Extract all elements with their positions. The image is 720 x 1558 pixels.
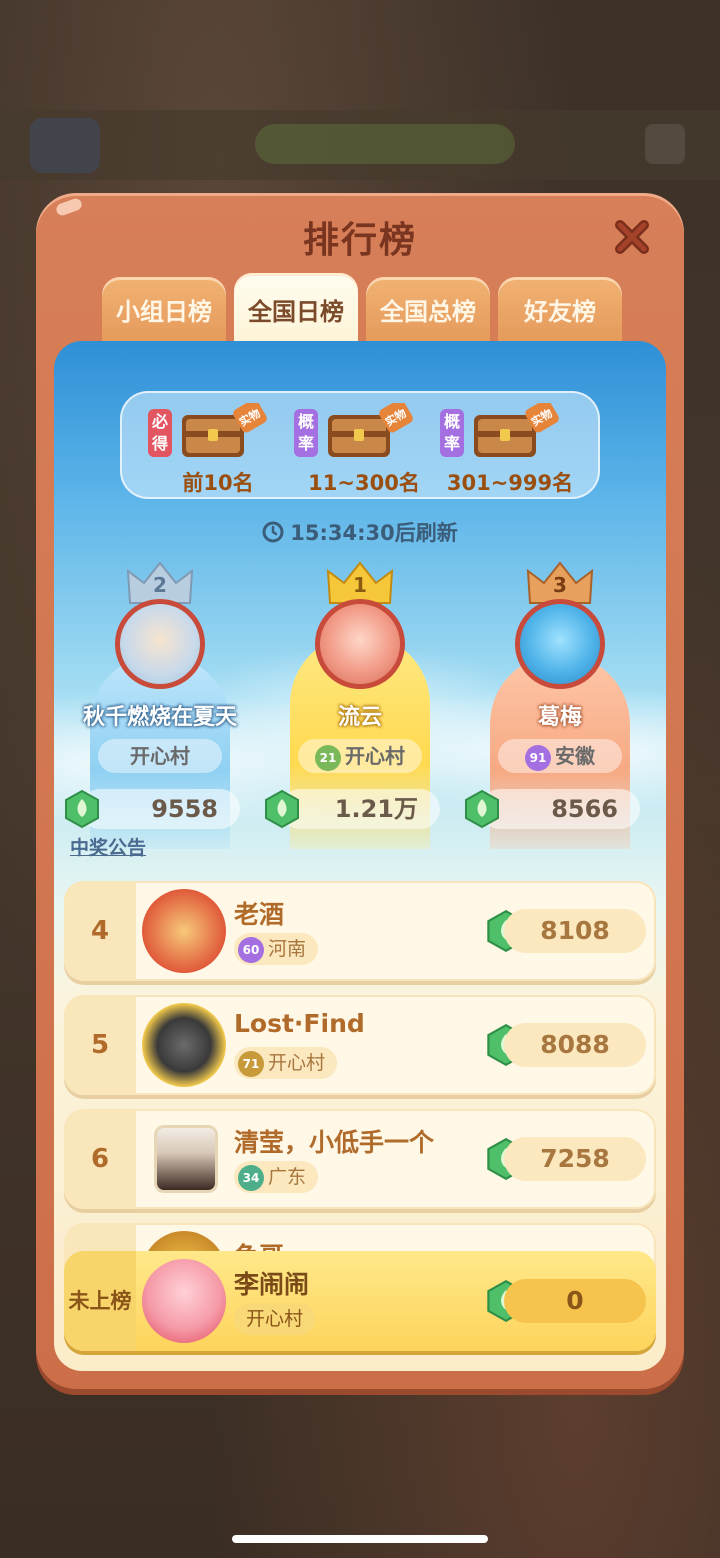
rank-number: 1 [353, 573, 367, 597]
level-badge: 60 [238, 936, 264, 963]
player-meta: 开心村 [234, 1303, 316, 1335]
clock-icon [262, 521, 284, 543]
reward-301-999: 概率 实物 301~999名 [440, 399, 580, 495]
region-text: 河南 [268, 938, 307, 960]
blurred-game-button [645, 124, 685, 164]
my-rank-row[interactable]: 未上榜 李闹闹 开心村 0 [64, 1251, 656, 1351]
level-badge: 91 [525, 744, 551, 771]
reward-11-300: 概率 实物 11~300名 [294, 399, 434, 495]
player-name: 清莹，小低手一个 [234, 1128, 435, 1157]
table-row[interactable]: 6 清莹，小低手一个 34 广东 7258 [64, 1109, 656, 1209]
treasure-chest-icon: 实物 [328, 403, 413, 457]
page-title: 排行榜 [302, 220, 417, 261]
player-score: 8566 [480, 789, 640, 829]
rank-number: 3 [553, 573, 567, 597]
reward-top10: 必得 实物 前10名 [148, 399, 288, 495]
treasure-chest-icon: 实物 [474, 403, 559, 457]
player-region: 开心村 [98, 739, 222, 773]
lotus-gem-icon [465, 789, 499, 829]
player-name: 老酒 [234, 900, 285, 929]
player-region: 21 开心村 [298, 739, 422, 773]
table-row[interactable]: 5 Lost·Find 71 开心村 8088 [64, 995, 656, 1095]
podium-rank-2[interactable]: 2 秋千燃烧在夏天 开心村 9558 [60, 559, 260, 849]
player-name: 秋千燃烧在夏天 [82, 705, 237, 730]
close-icon [615, 220, 649, 254]
player-name: 葛梅 [537, 705, 582, 730]
leaderboard-tabs: 小组日榜 全国日榜 全国总榜 好友榜 [102, 273, 622, 347]
treasure-chest-icon: 实物 [182, 403, 267, 457]
avatar [315, 599, 405, 689]
reward-tag: 必得 [148, 409, 172, 457]
region-text: 开心村 [268, 1052, 326, 1074]
tab-national-daily[interactable]: 全国日榜 [234, 273, 358, 345]
rank-number: 4 [64, 881, 136, 981]
level-badge: 21 [315, 744, 341, 771]
avatar [142, 1003, 226, 1087]
blurred-game-title [255, 124, 515, 164]
region-text: 安徽 [555, 744, 595, 768]
reward-banner[interactable]: 必得 实物 前10名 概率 实物 11~300名 概率 实物 301~999名 [120, 391, 600, 499]
player-name: 李闹闹 [234, 1270, 310, 1299]
avatar [115, 599, 205, 689]
blurred-game-icon [30, 118, 100, 173]
player-score: 0 [504, 1279, 646, 1323]
reward-label: 前10名 [182, 471, 254, 495]
home-indicator[interactable] [232, 1535, 488, 1543]
player-score: 8108 [504, 909, 646, 953]
my-rank-status: 未上榜 [64, 1251, 136, 1351]
region-text: 广东 [268, 1166, 307, 1188]
lotus-gem-icon [65, 789, 99, 829]
reward-tag: 概率 [294, 409, 318, 457]
level-badge: 34 [238, 1164, 264, 1191]
table-row[interactable]: 4 老酒 60 河南 8108 [64, 881, 656, 981]
lotus-gem-icon [265, 789, 299, 829]
leaderboard-content: 必得 实物 前10名 概率 实物 11~300名 概率 实物 301~999名 … [54, 341, 666, 1371]
player-score: 8088 [504, 1023, 646, 1067]
player-region: 91 安徽 [498, 739, 622, 773]
reward-tag: 概率 [440, 409, 464, 457]
reward-label: 301~999名 [446, 471, 574, 495]
podium-rank-1[interactable]: 1 流云 21 开心村 1.21万 [260, 559, 460, 849]
leaderboard-panel: 排行榜 小组日榜 全国日榜 全国总榜 好友榜 必得 实物 前10名 概率 实物 … [36, 193, 684, 1389]
rank-number: 6 [64, 1109, 136, 1209]
avatar [142, 1259, 226, 1343]
player-score: 9558 [80, 789, 240, 829]
level-badge: 71 [238, 1050, 264, 1077]
tab-national-total[interactable]: 全国总榜 [366, 277, 490, 343]
timer-text: 15:34:30后刷新 [290, 521, 458, 545]
player-meta: 71 开心村 [234, 1047, 338, 1079]
avatar [515, 599, 605, 689]
tab-friends[interactable]: 好友榜 [498, 277, 622, 343]
player-score: 7258 [504, 1137, 646, 1181]
refresh-timer: 15:34:30后刷新 [54, 517, 666, 547]
rank-number: 2 [153, 573, 167, 597]
rank-number: 5 [64, 995, 136, 1095]
tab-group-daily[interactable]: 小组日榜 [102, 277, 226, 343]
player-name: Lost·Find [234, 1009, 365, 1038]
podium-rank-3[interactable]: 3 葛梅 91 安徽 8566 [460, 559, 660, 849]
player-name: 流云 [337, 705, 382, 730]
avatar [154, 1125, 218, 1193]
game-header-dimmed [0, 110, 720, 180]
close-button[interactable] [610, 215, 654, 259]
player-meta: 34 广东 [234, 1161, 319, 1193]
player-score: 1.21万 [280, 789, 440, 829]
avatar [142, 889, 226, 973]
winner-notice-link[interactable]: 中奖公告 [70, 833, 146, 860]
region-text: 开心村 [345, 744, 405, 768]
reward-label: 11~300名 [308, 471, 420, 495]
player-meta: 60 河南 [234, 933, 319, 965]
